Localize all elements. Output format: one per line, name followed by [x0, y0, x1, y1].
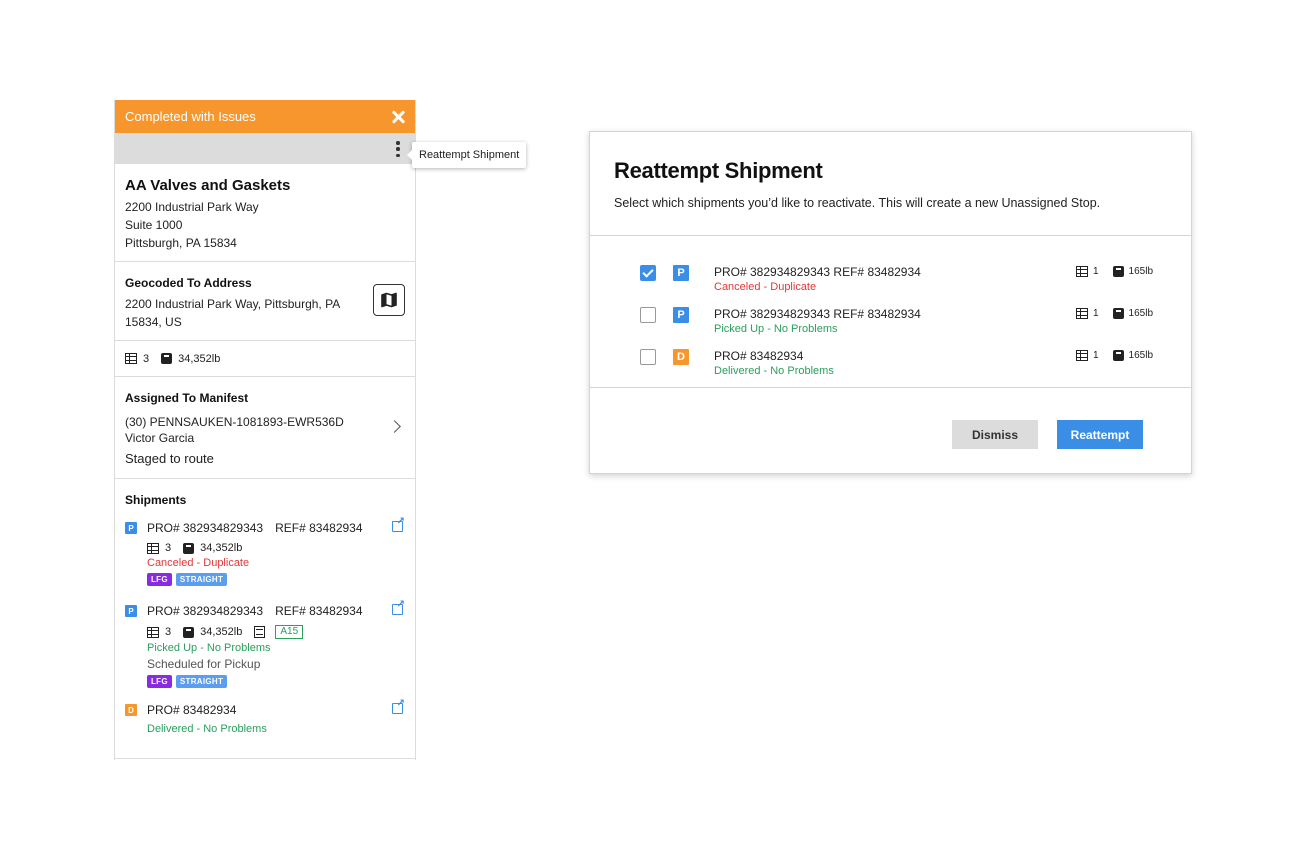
address-line-2: Suite 1000	[125, 218, 183, 232]
shipment-status: Canceled - Duplicate	[714, 281, 817, 293]
shipment-pieces: 3	[165, 542, 172, 554]
shipment-item: P PRO# 382934829343 REF# 83482934 3 34,35…	[125, 599, 405, 688]
shipment-pieces: 1	[1092, 350, 1099, 361]
company-section: AA Valves and Gaskets 2200 Industrial Pa…	[115, 164, 415, 262]
pieces-icon	[147, 626, 159, 638]
shipment-pro: PRO# 382934829343	[147, 521, 264, 535]
dismiss-button[interactable]: Dismiss	[952, 420, 1038, 449]
location-tag: A15	[275, 625, 304, 639]
weight-icon	[1112, 266, 1124, 277]
shipment-identifier: PRO# 382934829343 REF# 83482934	[714, 265, 921, 279]
panel-toolbar	[115, 133, 415, 164]
shipment-status: Picked Up - No Problems	[147, 642, 271, 654]
address-line-3: Pittsburgh, PA 15834	[125, 236, 237, 250]
external-link-icon[interactable]	[392, 516, 405, 532]
stop-detail-panel: Completed with Issues AA Valves and Gask…	[114, 100, 416, 760]
tag-lfg: LFG	[147, 573, 172, 586]
modal-title: Reattempt Shipment	[614, 158, 823, 183]
shipment-status: Picked Up - No Problems	[714, 323, 838, 335]
delivery-type-icon: D	[125, 704, 137, 716]
geocoded-address: 2200 Industrial Park Way, Pittsburgh, PA…	[125, 297, 340, 329]
address-line-1: 2200 Industrial Park Way	[125, 200, 259, 214]
pieces-icon	[1075, 308, 1088, 319]
pickup-type-icon: P	[673, 307, 689, 323]
shipment-pro: PRO# 382934829343	[147, 604, 264, 618]
shipment-pieces: 1	[1092, 308, 1099, 319]
geocoded-title: Geocoded To Address	[125, 276, 252, 290]
shipment-ref: REF# 83482934	[275, 521, 363, 535]
map-icon	[381, 292, 397, 308]
company-name: AA Valves and Gaskets	[125, 177, 291, 194]
weight-icon	[183, 542, 195, 554]
pieces-icon	[125, 353, 137, 364]
shipment-list: P PRO# 382934829343 REF# 83482934 Cancel…	[590, 236, 1191, 388]
manifest-section[interactable]: Assigned To Manifest (30) PENNSAUKEN-108…	[115, 377, 415, 479]
map-button[interactable]	[373, 284, 405, 316]
shipment-ref: REF# 83482934	[275, 604, 363, 618]
external-link-icon[interactable]	[392, 698, 405, 714]
close-icon[interactable]	[391, 110, 405, 124]
tag-lfg: LFG	[147, 675, 172, 688]
shipment-status: Delivered - No Problems	[147, 723, 267, 735]
shipment-row[interactable]: D PRO# 83482934 Delivered - No Problems …	[590, 346, 1191, 382]
geocoded-section: Geocoded To Address 2200 Industrial Park…	[115, 262, 415, 341]
weight-icon	[1112, 308, 1124, 319]
manifest-status: Staged to route	[125, 451, 214, 466]
external-link-icon[interactable]	[392, 599, 405, 615]
totals-section: 3 34,352lb	[115, 341, 415, 377]
tag-straight: STRAIGHT	[175, 675, 228, 688]
document-icon	[254, 626, 266, 638]
shipment-checkbox[interactable]	[640, 307, 656, 323]
modal-subtitle: Select which shipments you’d like to rea…	[614, 196, 1101, 210]
reattempt-button[interactable]: Reattempt	[1057, 420, 1143, 449]
pickup-type-icon: P	[673, 265, 689, 281]
shipment-schedule: Scheduled for Pickup	[147, 657, 261, 671]
shipment-item: P PRO# 382934829343 REF# 83482934 3 34,35…	[125, 516, 405, 586]
more-options-icon[interactable]	[395, 141, 401, 157]
pickup-type-icon: P	[125, 605, 137, 617]
tooltip-text: Reattempt Shipment	[419, 149, 520, 161]
pickup-type-icon: P	[125, 522, 137, 534]
pieces-icon	[1075, 350, 1088, 361]
total-pieces: 3	[143, 352, 150, 365]
pieces-icon	[147, 542, 159, 554]
shipment-pieces: 1	[1092, 266, 1099, 277]
manifest-name: (30) PENNSAUKEN-1081893-EWR536D	[125, 415, 344, 429]
shipments-title: Shipments	[125, 493, 187, 507]
shipment-pro: PRO# 83482934	[147, 703, 237, 717]
shipment-identifier: PRO# 382934829343 REF# 83482934	[714, 307, 921, 321]
shipment-identifier: PRO# 83482934	[714, 349, 804, 363]
shipments-section: Shipments P PRO# 382934829343 REF# 834829…	[115, 479, 415, 759]
panel-status-title: Completed with Issues	[125, 109, 256, 124]
shipment-weight: 165lb	[1128, 266, 1153, 277]
modal-footer: Dismiss Reattempt	[590, 388, 1191, 474]
manifest-title: Assigned To Manifest	[125, 391, 249, 405]
weight-icon	[1112, 350, 1124, 361]
reattempt-tooltip[interactable]: Reattempt Shipment	[406, 142, 527, 168]
shipment-weight: 34,352lb	[200, 626, 243, 638]
shipment-item: D PRO# 83482934 Delivered - No Problems	[125, 698, 405, 735]
shipment-pieces: 3	[165, 626, 172, 638]
total-weight: 34,352lb	[178, 352, 221, 365]
manifest-driver: Victor Garcia	[125, 431, 195, 445]
shipment-row[interactable]: P PRO# 382934829343 REF# 83482934 Cancel…	[590, 262, 1191, 298]
reattempt-modal: Reattempt Shipment Select which shipment…	[589, 131, 1192, 474]
weight-icon	[161, 353, 173, 364]
shipment-weight: 165lb	[1128, 308, 1153, 319]
modal-header: Reattempt Shipment Select which shipment…	[590, 132, 1191, 236]
shipment-row[interactable]: P PRO# 382934829343 REF# 83482934 Picked…	[590, 304, 1191, 340]
shipment-weight: 165lb	[1128, 350, 1153, 361]
shipment-status: Canceled - Duplicate	[147, 557, 250, 569]
panel-header: Completed with Issues	[115, 100, 415, 133]
shipment-status: Delivered - No Problems	[714, 365, 834, 377]
delivery-type-icon: D	[673, 349, 689, 365]
tag-straight: STRAIGHT	[175, 573, 228, 586]
weight-icon	[183, 626, 195, 638]
shipment-weight: 34,352lb	[200, 542, 243, 554]
shipment-checkbox[interactable]	[640, 349, 656, 365]
shipment-checkbox[interactable]	[640, 265, 656, 281]
pieces-icon	[1075, 266, 1088, 277]
